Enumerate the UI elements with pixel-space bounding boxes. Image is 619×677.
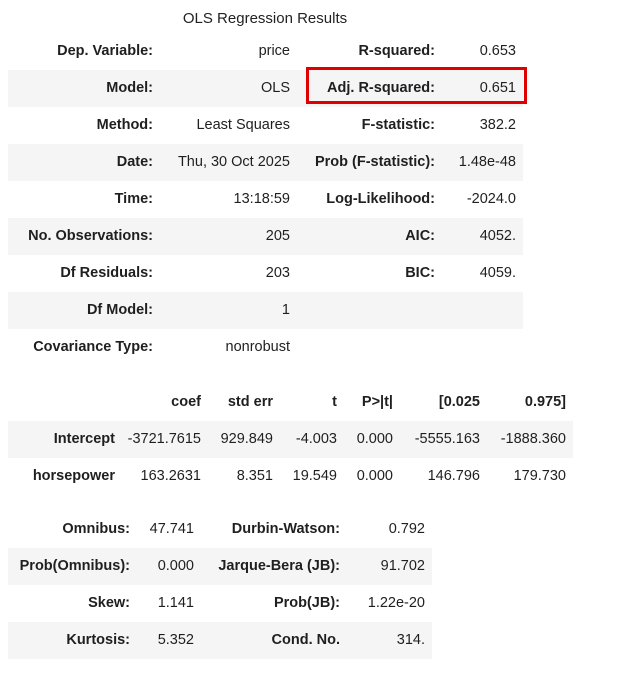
summary-label: Prob (F-statistic): (297, 144, 442, 181)
summary-value: Least Squares (196, 117, 290, 133)
column-header: [0.025 (438, 394, 480, 410)
diagnostic-label: Kurtosis: (8, 622, 137, 659)
diagnostic-value: 1.141 (157, 595, 194, 611)
diagnostic-label: Durbin-Watson: (231, 521, 340, 537)
diagnostic-value: 1.22e-20 (367, 595, 425, 611)
summary-value (442, 329, 523, 366)
summary-label: Date: (8, 144, 160, 181)
summary-label: No. Observations: (8, 218, 160, 255)
diagnostic-label: Jarque-Bera (JB): (201, 548, 347, 585)
table-row: No. Observations: 205 AIC: 4052. (8, 218, 523, 255)
table-cell: 146.796 (427, 468, 480, 484)
table-header-row: coef std err t P>|t| [0.025 0.975] (8, 384, 573, 421)
diagnostic-value: 0.000 (137, 548, 201, 585)
summary-value: 205 (160, 218, 297, 255)
summary-label: Model: (8, 70, 160, 107)
summary-label: BIC: (405, 265, 435, 281)
table-row: Kurtosis: 5.352 Cond. No. 314. (8, 622, 432, 659)
summary-label (297, 292, 442, 329)
summary-value: OLS (160, 70, 297, 107)
table-cell: -5555.163 (400, 421, 487, 458)
table-cell: 163.2631 (140, 468, 201, 484)
table-row: Model: OLS Adj. R-squared: 0.651 (8, 70, 523, 107)
summary-value: nonrobust (225, 339, 291, 355)
summary-value: 382.2 (479, 117, 516, 133)
summary-value: 0.651 (442, 70, 523, 107)
diagnostics-table: Omnibus: 47.741 Durbin-Watson: 0.792 Pro… (8, 511, 432, 659)
table-cell: -3721.7615 (122, 421, 208, 458)
summary-label: Df Model: (8, 292, 160, 329)
table-cell: 19.549 (292, 468, 337, 484)
model-summary-table: Dep. Variable: price R-squared: 0.653 Mo… (8, 33, 523, 366)
summary-label: Adj. R-squared: (297, 70, 442, 107)
summary-value (442, 292, 523, 329)
table-row: Df Model: 1 (8, 292, 523, 329)
summary-label: Df Residuals: (60, 265, 153, 281)
summary-label: Dep. Variable: (57, 43, 153, 59)
table-row: Method: Least Squares F-statistic: 382.2 (8, 107, 523, 144)
diagnostic-label: Prob(Omnibus): (8, 548, 137, 585)
table-row: Omnibus: 47.741 Durbin-Watson: 0.792 (8, 511, 432, 548)
summary-value: price (258, 43, 290, 59)
diagnostic-value: 314. (347, 622, 432, 659)
column-header: P>|t| (361, 394, 393, 410)
diagnostic-label: Omnibus: (62, 521, 130, 537)
diagnostic-value: 0.792 (388, 521, 425, 537)
table-row: horsepower 163.2631 8.351 19.549 0.000 1… (8, 458, 573, 495)
column-header: 0.975] (524, 394, 566, 410)
summary-label: F-statistic: (361, 117, 435, 133)
table-row: Time: 13:18:59 Log-Likelihood: -2024.0 (8, 181, 523, 218)
summary-value: 13:18:59 (233, 191, 290, 207)
diagnostic-label: Cond. No. (201, 622, 347, 659)
summary-value: 4052. (442, 218, 523, 255)
summary-label: Time: (114, 191, 153, 207)
summary-value: 203 (265, 265, 290, 281)
summary-label: Log-Likelihood: (326, 191, 435, 207)
table-caption: OLS Regression Results (182, 10, 348, 27)
table-row: Prob(Omnibus): 0.000 Jarque-Bera (JB): 9… (8, 548, 432, 585)
summary-label (297, 329, 442, 366)
diagnostic-value: 5.352 (137, 622, 201, 659)
column-header: coef (171, 394, 201, 410)
summary-value: 0.653 (479, 43, 516, 59)
summary-value: 1.48e-48 (442, 144, 523, 181)
table-row: Date: Thu, 30 Oct 2025 Prob (F-statistic… (8, 144, 523, 181)
table-cell: 179.730 (513, 468, 566, 484)
table-cell: 0.000 (344, 421, 400, 458)
table-row: Df Residuals: 203 BIC: 4059. (8, 255, 523, 292)
table-cell: 8.351 (236, 468, 273, 484)
row-label: Intercept (8, 421, 122, 458)
table-row: Skew: 1.141 Prob(JB): 1.22e-20 (8, 585, 432, 622)
column-header (8, 384, 122, 421)
column-header: std err (227, 394, 273, 410)
table-cell: -4.003 (280, 421, 344, 458)
coefficient-table: coef std err t P>|t| [0.025 0.975] Inter… (8, 384, 573, 495)
table-row: Covariance Type: nonrobust (8, 329, 523, 366)
diagnostic-value: 91.702 (347, 548, 432, 585)
diagnostic-label: Skew: (88, 595, 130, 611)
table-cell: -1888.360 (487, 421, 573, 458)
summary-value: -2024.0 (466, 191, 516, 207)
row-label: horsepower (32, 468, 115, 484)
summary-value: 4059. (479, 265, 516, 281)
table-cell: 929.849 (208, 421, 280, 458)
diagnostic-value: 47.741 (149, 521, 194, 537)
table-row: Intercept -3721.7615 929.849 -4.003 0.00… (8, 421, 573, 458)
diagnostic-label: Prob(JB): (273, 595, 340, 611)
table-cell: 0.000 (356, 468, 393, 484)
column-header: t (332, 394, 337, 410)
summary-value: Thu, 30 Oct 2025 (160, 144, 297, 181)
table-row: Dep. Variable: price R-squared: 0.653 (8, 33, 523, 70)
summary-label: R-squared: (358, 43, 435, 59)
summary-label: Method: (96, 117, 153, 133)
summary-label: Covariance Type: (33, 339, 153, 355)
summary-value: 1 (160, 292, 297, 329)
summary-label: AIC: (297, 218, 442, 255)
